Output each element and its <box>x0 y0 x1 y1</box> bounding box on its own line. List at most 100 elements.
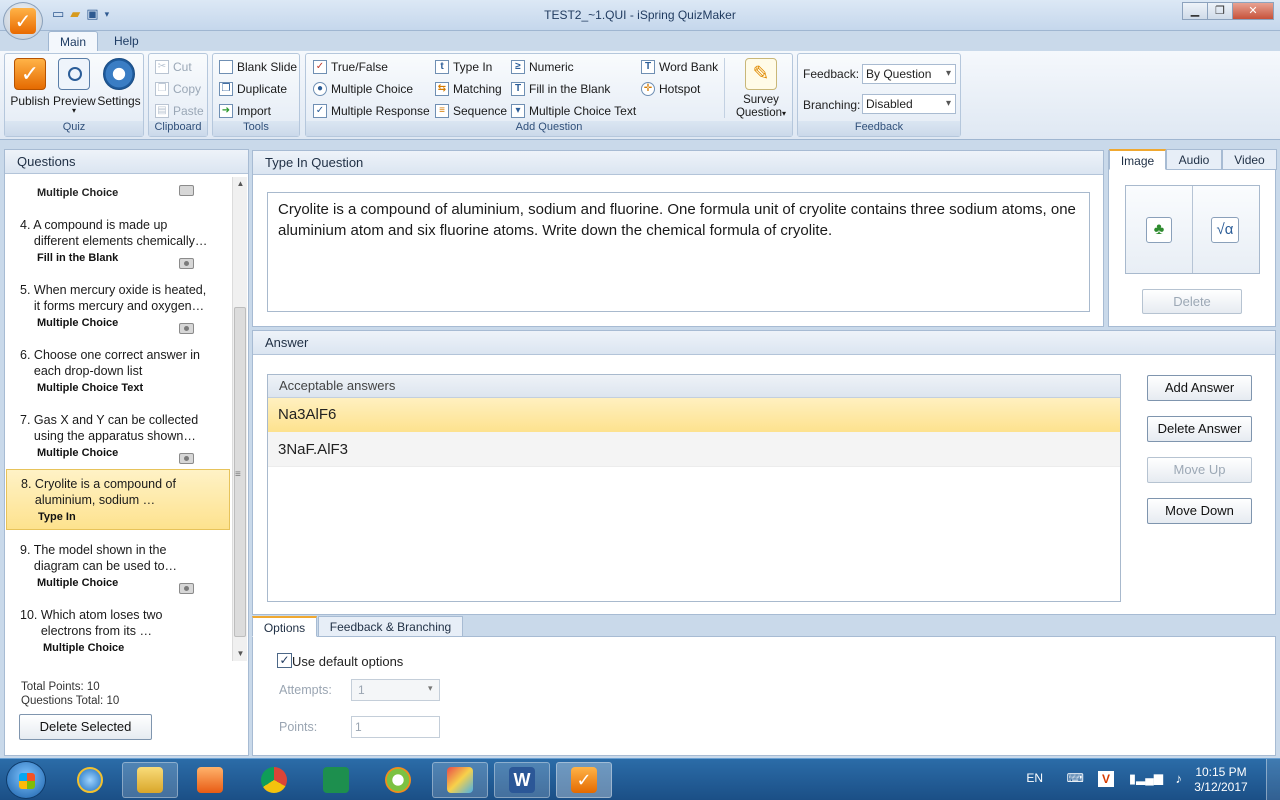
close-button[interactable]: ✕ <box>1232 2 1274 20</box>
signal-icon[interactable]: ▂▄▆ <box>1136 771 1163 785</box>
copy-button[interactable]: ❐ Copy <box>155 82 201 96</box>
question-list-scrollbar[interactable]: ▲ ≡ ▼ <box>232 177 247 661</box>
tab-main[interactable]: Main <box>48 31 99 52</box>
list-item[interactable]: 7. Gas X and Y can be collected using th… <box>6 406 230 470</box>
list-item-selected[interactable]: 8. Cryolite is a compound of aluminium, … <box>6 469 230 530</box>
blank-slide-button[interactable]: Blank Slide <box>219 60 297 74</box>
feedback-group-label: Feedback <box>798 121 960 136</box>
question-text-editor[interactable]: Cryolite is a compound of aluminium, sod… <box>267 192 1090 312</box>
window-title: TEST2_~1.QUI - iSpring QuizMaker <box>544 8 736 22</box>
taskbar: W ✓ EN ⌨ V ▮ ▂▄▆ ♪ 10:15 PM 3/12/2017 <box>0 758 1280 800</box>
true-false-button[interactable]: ✓ True/False <box>313 60 388 74</box>
list-item-partial[interactable]: Multiple Choice <box>6 177 230 199</box>
question-list[interactable]: Multiple Choice 4. A compound is made up… <box>6 177 232 661</box>
list-item[interactable]: 4. A compound is made up different eleme… <box>6 211 230 275</box>
volume-icon[interactable]: ♪ <box>1176 771 1183 786</box>
delete-media-button[interactable]: Delete <box>1142 289 1242 314</box>
import-button[interactable]: ➜ Import <box>219 104 271 118</box>
matching-button[interactable]: ⇆ Matching <box>435 82 502 96</box>
sequence-button[interactable]: ≡ Sequence <box>435 104 507 118</box>
taskbar-ie[interactable] <box>62 762 118 798</box>
taskbar-app-green[interactable] <box>308 762 364 798</box>
word-bank-button[interactable]: T Word Bank <box>641 60 718 74</box>
add-answer-button[interactable]: Add Answer <box>1147 375 1252 401</box>
list-item[interactable]: 10. Which atom loses two electrons from … <box>6 601 230 661</box>
minimize-button[interactable]: ▁ <box>1182 2 1208 20</box>
answer-row-selected[interactable]: Na3AlF6 <box>268 398 1120 432</box>
multiple-choice-button[interactable]: ● Multiple Choice <box>313 82 413 96</box>
insert-picture-icon[interactable]: ♣ <box>1146 217 1172 243</box>
multiple-choice-text-button[interactable]: ▾ Multiple Choice Text <box>511 104 636 118</box>
tab-options[interactable]: Options <box>252 616 317 637</box>
multiple-choice-label: Multiple Choice <box>331 82 414 96</box>
list-item[interactable]: 9. The model shown in the diagram can be… <box>6 536 230 600</box>
taskbar-explorer[interactable] <box>122 762 178 798</box>
taskbar-media[interactable] <box>182 762 238 798</box>
duplicate-icon: ❐ <box>219 82 233 96</box>
type-in-button[interactable]: t Type In <box>435 60 492 74</box>
publish-button[interactable]: ✓ Publish <box>9 58 51 108</box>
restore-button[interactable]: ❐ <box>1207 2 1233 20</box>
scroll-up-icon[interactable]: ▲ <box>233 177 248 191</box>
multiple-response-button[interactable]: ✓ Multiple Response <box>313 104 430 118</box>
numeric-button[interactable]: ≥ Numeric <box>511 60 574 74</box>
answer-row[interactable]: 3NaF.AlF3 <box>268 432 1120 467</box>
taskbar-app-orange[interactable] <box>370 762 426 798</box>
branching-select[interactable]: Disabled <box>862 94 956 114</box>
paste-button[interactable]: ▤ Paste <box>155 104 204 118</box>
question-panel-title: Type In Question <box>253 151 1103 175</box>
attempts-dropdown-icon[interactable]: ▾ <box>428 683 433 694</box>
battery-icon[interactable]: ▮ <box>1129 771 1136 787</box>
delete-answer-button[interactable]: Delete Answer <box>1147 416 1252 442</box>
points-input[interactable]: 1 <box>351 716 440 738</box>
use-default-checkbox[interactable]: ✓ <box>277 653 292 668</box>
duplicate-button[interactable]: ❐ Duplicate <box>219 82 287 96</box>
question-summary: 4. A compound is made up different eleme… <box>20 218 208 248</box>
preview-button[interactable]: Preview ▾ <box>53 58 96 115</box>
list-item[interactable]: 5. When mercury oxide is heated, it form… <box>6 276 230 340</box>
camera-icon <box>179 323 194 334</box>
tab-audio[interactable]: Audio <box>1166 149 1222 170</box>
language-indicator[interactable]: EN <box>1026 771 1043 785</box>
attempts-select[interactable]: 1 <box>351 679 440 701</box>
true-false-label: True/False <box>331 60 388 74</box>
fill-in-blank-icon: T <box>511 82 525 96</box>
list-item[interactable]: 6. Choose one correct answer in each dro… <box>6 341 230 405</box>
settings-button[interactable]: Settings <box>97 58 141 108</box>
feedback-select[interactable]: By Question <box>862 64 956 84</box>
scroll-down-icon[interactable]: ▼ <box>233 647 248 661</box>
tab-image[interactable]: Image <box>1109 149 1166 170</box>
tab-video[interactable]: Video <box>1222 149 1277 170</box>
start-button[interactable] <box>6 761 46 799</box>
question-summary: 8. Cryolite is a compound of aluminium, … <box>21 477 176 507</box>
hotspot-button[interactable]: ✛ Hotspot <box>641 82 700 96</box>
checkbox-icon: ✓ <box>313 104 327 118</box>
taskbar-chrome[interactable] <box>246 762 302 798</box>
clock[interactable]: 10:15 PM 3/12/2017 <box>1186 765 1256 795</box>
multiple-response-label: Multiple Response <box>331 104 430 118</box>
keyboard-icon[interactable]: ⌨ <box>1067 771 1084 785</box>
delete-selected-button[interactable]: Delete Selected <box>19 714 152 740</box>
app-menu-button[interactable]: ✓ <box>3 2 43 40</box>
question-type: Multiple Choice <box>37 317 119 329</box>
tab-help[interactable]: Help <box>103 31 150 52</box>
question-panel: Type In Question Cryolite is a compound … <box>252 150 1104 327</box>
taskbar-quizmaker[interactable]: ✓ <box>556 762 612 798</box>
taskbar-app-media[interactable] <box>432 762 488 798</box>
orange-circle-icon <box>385 767 411 793</box>
media-drop-area[interactable]: ♣ √α <box>1125 185 1260 274</box>
quizmaker-tray-icon[interactable]: V <box>1098 771 1114 787</box>
fill-in-blank-button[interactable]: T Fill in the Blank <box>511 82 610 96</box>
move-up-button[interactable]: Move Up <box>1147 457 1252 483</box>
taskbar-word[interactable]: W <box>494 762 550 798</box>
show-desktop-button[interactable] <box>1266 759 1280 800</box>
cut-button[interactable]: ✂ Cut <box>155 60 192 74</box>
question-type: Multiple Choice <box>37 187 119 199</box>
insert-formula-icon[interactable]: √α <box>1211 217 1239 243</box>
tab-feedback-branching[interactable]: Feedback & Branching <box>318 616 463 637</box>
preview-dropdown-icon: ▾ <box>71 106 76 115</box>
move-down-button[interactable]: Move Down <box>1147 498 1252 524</box>
quizmaker-icon: ✓ <box>571 767 597 793</box>
survey-question-button[interactable]: ✎ Survey Question▾ <box>734 58 788 120</box>
quiz-group: ✓ Publish Preview ▾ Settings Quiz <box>4 53 144 137</box>
